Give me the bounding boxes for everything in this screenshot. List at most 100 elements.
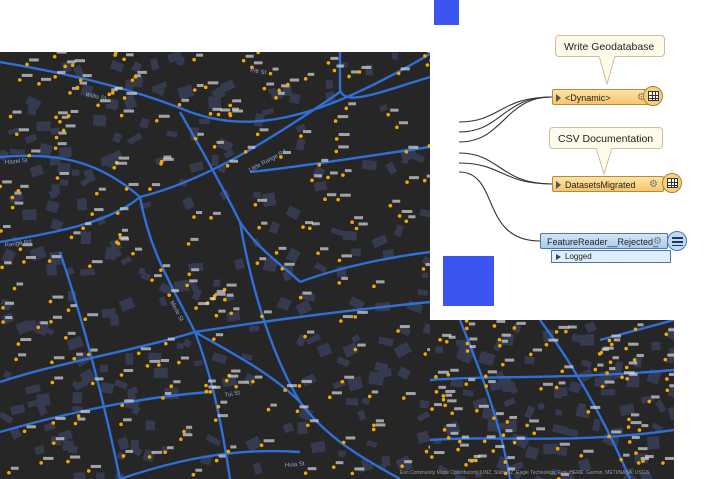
address-number-mark <box>486 435 496 439</box>
address-point <box>633 327 638 332</box>
address-number-mark <box>278 246 287 250</box>
address-number-mark <box>404 460 413 464</box>
address-point <box>421 267 426 271</box>
building <box>71 169 80 176</box>
map-view-secondary[interactable] <box>430 320 674 479</box>
address-number-mark <box>5 316 13 320</box>
address-number-mark <box>195 211 203 215</box>
address-number-mark <box>429 59 430 63</box>
gear-icon[interactable]: ⚙ <box>653 234 662 250</box>
building <box>337 449 346 458</box>
address-point <box>465 326 469 331</box>
building <box>139 117 150 129</box>
address-number-mark <box>245 54 254 58</box>
csv-writer-node[interactable] <box>662 173 682 193</box>
street-label: Tui St <box>224 390 241 399</box>
geodatabase-writer-node[interactable] <box>643 86 663 106</box>
address-number-mark <box>375 280 385 284</box>
building <box>345 397 359 406</box>
address-number-mark <box>195 468 203 472</box>
feature-reader-node[interactable] <box>667 231 687 251</box>
address-point <box>465 341 470 346</box>
address-point <box>177 102 182 107</box>
building <box>92 114 107 127</box>
address-point <box>204 383 208 388</box>
address-point <box>283 388 287 392</box>
feature-reader-transformer[interactable]: FeatureReader__Rejected_ ⚙ <box>540 233 668 249</box>
address-point <box>48 299 53 304</box>
address-point <box>192 215 196 219</box>
play-icon <box>556 94 561 102</box>
address-number-mark <box>609 367 616 371</box>
address-number-mark <box>408 145 419 149</box>
building <box>667 386 674 400</box>
address-point <box>665 388 670 393</box>
address-point <box>626 425 631 429</box>
building <box>351 248 361 257</box>
address-number-mark <box>238 380 250 384</box>
building <box>580 358 593 369</box>
address-number-mark <box>361 65 372 69</box>
address-number-mark <box>55 416 66 420</box>
address-number-mark <box>67 60 76 64</box>
annotation-write-geodatabase[interactable]: Write Geodatabase <box>555 35 665 57</box>
address-number-mark <box>344 375 355 379</box>
address-number-mark <box>309 419 319 423</box>
building <box>76 198 88 211</box>
building <box>310 440 327 454</box>
building <box>524 445 540 461</box>
address-point <box>333 119 338 123</box>
address-point <box>55 176 60 180</box>
map-attribution: Esri Community Maps Contributors, LINZ, … <box>400 470 650 476</box>
building <box>651 341 661 351</box>
address-number-mark <box>454 407 463 411</box>
building <box>285 247 301 264</box>
address-number-mark <box>558 325 570 329</box>
address-point <box>119 422 123 427</box>
address-point <box>243 149 248 154</box>
address-number-mark <box>220 108 231 112</box>
building <box>9 404 26 416</box>
writer-input-port-dynamic[interactable]: <Dynamic> ⚙ <box>552 89 652 105</box>
address-point <box>555 446 560 451</box>
address-number-mark <box>342 315 353 319</box>
address-point <box>214 458 219 463</box>
address-number-mark <box>302 130 312 134</box>
address-point <box>434 390 439 394</box>
address-point <box>255 132 260 137</box>
address-point <box>469 459 474 463</box>
writer-input-port-datasets-migrated[interactable]: DatasetsMigrated ⚙ <box>552 176 664 192</box>
address-point <box>443 403 447 408</box>
address-number-mark <box>151 183 161 187</box>
address-number-mark <box>611 430 622 434</box>
address-number-mark <box>118 236 129 240</box>
address-point <box>255 261 260 265</box>
building <box>96 472 105 479</box>
address-point <box>334 137 339 141</box>
address-number-mark <box>231 369 241 373</box>
address-point <box>121 454 126 458</box>
address-number-mark <box>313 174 323 178</box>
address-point <box>512 440 517 445</box>
address-number-mark <box>348 102 357 106</box>
address-number-mark <box>613 338 621 342</box>
building <box>24 384 41 395</box>
gear-icon[interactable]: ⚙ <box>649 177 658 193</box>
address-point <box>624 346 628 351</box>
address-point <box>86 352 91 357</box>
address-point <box>122 57 126 62</box>
play-icon <box>556 254 561 260</box>
building <box>462 389 474 397</box>
address-number-mark <box>496 320 506 323</box>
address-number-mark <box>504 358 515 362</box>
map-view-main[interactable]: Willis St Pitt St Little Range Rd Hazel St R… <box>0 52 430 479</box>
reader-output-port-logged[interactable]: Logged <box>551 250 671 263</box>
address-point <box>274 96 278 100</box>
address-number-mark <box>341 276 348 280</box>
annotation-csv-documentation[interactable]: CSV Documentation <box>549 127 663 149</box>
address-number-mark <box>162 264 171 268</box>
address-point <box>51 441 56 445</box>
building <box>208 96 222 109</box>
address-point <box>72 356 77 361</box>
address-number-mark <box>80 410 91 414</box>
